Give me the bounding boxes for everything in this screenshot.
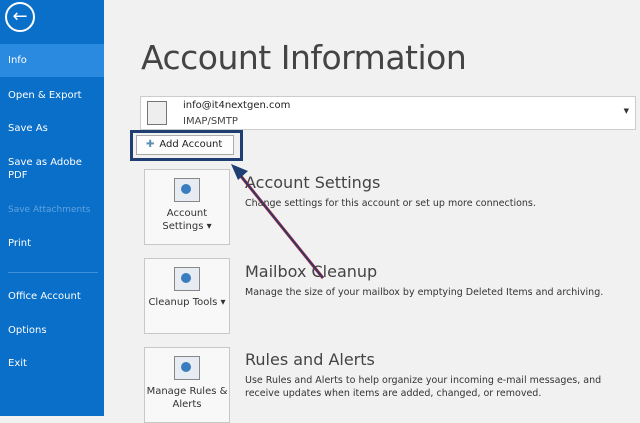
annotation-arrow: [231, 164, 325, 279]
